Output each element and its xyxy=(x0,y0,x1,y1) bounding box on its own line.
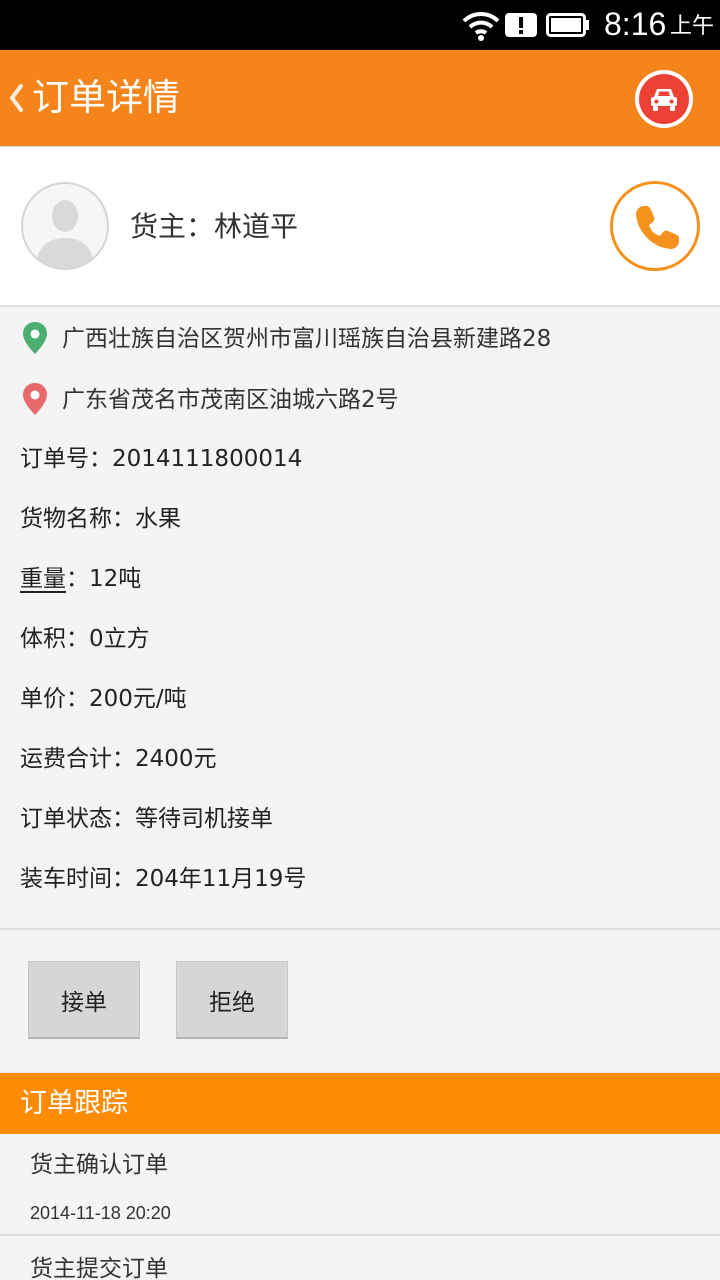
list-item: 货主确认订单 2014-11-18 20:20 xyxy=(0,1134,720,1236)
call-button[interactable] xyxy=(610,181,700,271)
accept-order-button[interactable]: 接单 xyxy=(28,961,140,1039)
load-time: 装车时间：204年11月19号 xyxy=(20,866,307,892)
owner-card: 货主：林道平 xyxy=(0,147,720,307)
unit-price: 单价：200元/吨 xyxy=(20,686,187,712)
app-title-bar: 订单详情 xyxy=(0,50,720,146)
person-avatar-icon xyxy=(35,200,95,268)
phone-icon xyxy=(636,206,679,249)
weight-value: ：12吨 xyxy=(66,566,142,592)
order-number: 订单号：2014111800014 xyxy=(20,446,303,472)
reject-order-button[interactable]: 拒绝 xyxy=(176,961,288,1039)
clock-time: 8:16 xyxy=(604,6,667,42)
car-icon xyxy=(651,89,677,111)
alert-icon xyxy=(505,13,537,37)
destination-address: 广东省茂名市茂南区油城六路2号 xyxy=(0,370,720,430)
goods-name: 货物名称：水果 xyxy=(20,506,181,532)
status-bar: 8:16 上午 xyxy=(0,0,720,50)
location-pin-icon xyxy=(23,322,47,354)
tracking-event-date: 2014-11-18 20:20 xyxy=(30,1203,171,1223)
tracking-list: 货主确认订单 2014-11-18 20:20 货主提交订单 xyxy=(0,1134,720,1280)
weight-key: 重量 xyxy=(20,566,66,592)
volume: 体积：0立方 xyxy=(20,626,150,652)
battery-icon xyxy=(546,13,589,37)
destination-address-text: 广东省茂名市茂南区油城六路2号 xyxy=(62,387,399,413)
tracking-title: 订单跟踪 xyxy=(20,1088,128,1119)
chevron-left-icon[interactable] xyxy=(6,78,26,118)
clock-ampm: 上午 xyxy=(670,14,715,39)
order-status: 订单状态：等待司机接单 xyxy=(20,806,273,832)
page-title: 订单详情 xyxy=(32,76,180,119)
owner-name: 货主：林道平 xyxy=(130,210,299,243)
location-pin-icon xyxy=(23,383,47,415)
avatar xyxy=(21,182,109,270)
tracking-event-title: 货主确认订单 xyxy=(30,1152,168,1178)
total-fee: 运费合计：2400元 xyxy=(20,746,217,772)
car-button[interactable] xyxy=(635,70,693,128)
tracking-event-title: 货主提交订单 xyxy=(30,1256,168,1280)
order-details: 广西壮族自治区贺州市富川瑶族自治县新建路28 广东省茂名市茂南区油城六路2号 订… xyxy=(0,309,720,929)
wifi-icon xyxy=(462,11,500,41)
action-bar: 接单 拒绝 xyxy=(0,930,720,1070)
list-item: 货主提交订单 xyxy=(0,1238,720,1280)
tracking-header: 订单跟踪 xyxy=(0,1072,720,1134)
origin-address: 广西壮族自治区贺州市富川瑶族自治县新建路28 xyxy=(0,309,720,369)
origin-address-text: 广西壮族自治区贺州市富川瑶族自治县新建路28 xyxy=(62,326,552,352)
weight: 重量：12吨 xyxy=(20,561,141,597)
